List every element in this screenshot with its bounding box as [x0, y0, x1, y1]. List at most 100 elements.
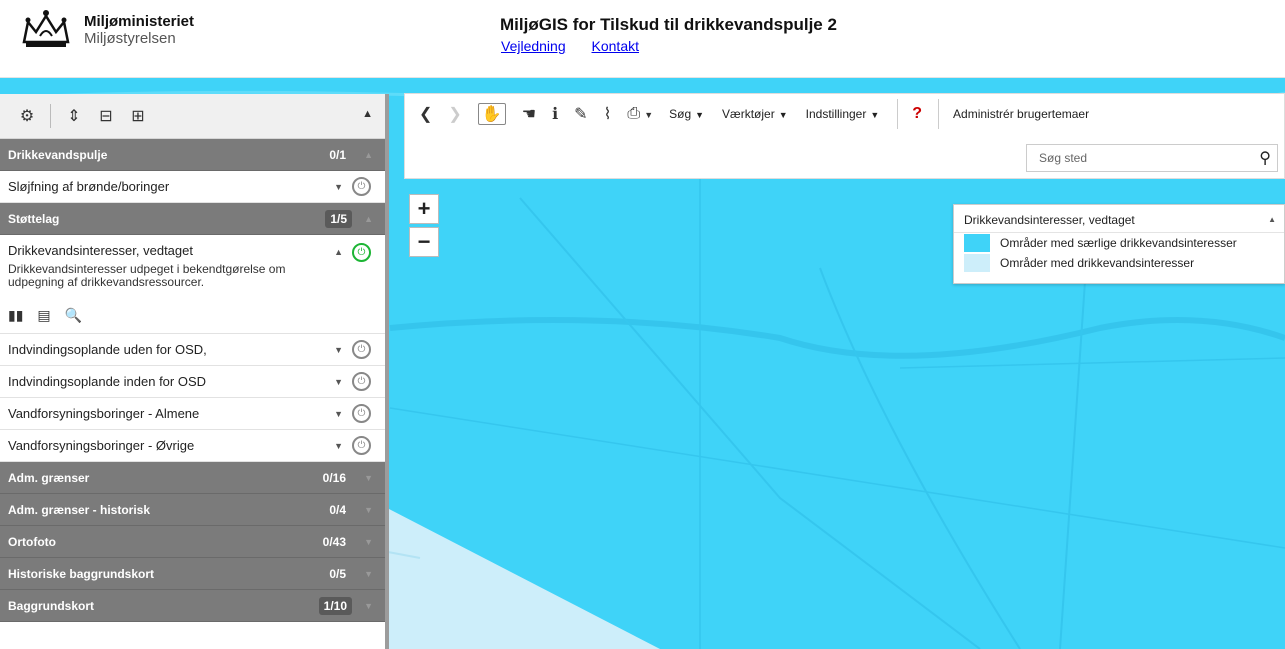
group-count: 0/1: [329, 147, 346, 162]
identify-feature-icon[interactable]: ☚: [522, 104, 536, 124]
toolbar-divider: [938, 99, 940, 129]
group-drikkevandspulje[interactable]: Drikkevandspulje 0/1 ▲: [0, 139, 385, 171]
zoom-in-button[interactable]: +: [409, 194, 439, 224]
group-label: Adm. grænser - historisk: [8, 502, 151, 517]
layer-tools: ▮▮ ▤ 🔍: [8, 297, 377, 333]
back-arrow-icon[interactable]: ❮: [419, 104, 432, 124]
menu-indstillinger[interactable]: Indstillinger ▼: [806, 107, 880, 121]
measure-icon[interactable]: ⌇: [604, 104, 612, 124]
group-count: 1/10: [318, 596, 352, 615]
menu-sog[interactable]: Søg ▼: [669, 107, 704, 121]
legend-label: Områder med drikkevandsinteresser: [1000, 256, 1195, 270]
chevron-down-icon[interactable]: ▼: [334, 345, 343, 355]
chevron-down-icon: ▼: [364, 504, 373, 515]
layer-label: Vandforsyningsboringer - Øvrige: [8, 438, 195, 453]
layer-label: Drikkevandsinteresser, vedtaget: [8, 243, 193, 258]
group-historiske-baggrundskort[interactable]: Historiske baggrundskort 0/5 ▼: [0, 558, 385, 590]
power-toggle-icon[interactable]: ⏻: [352, 436, 371, 455]
org-name-block: Miljøministeriet Miljøstyrelsen: [84, 13, 194, 47]
chevron-up-icon: ▲: [364, 149, 373, 160]
forward-arrow-icon[interactable]: ❯: [448, 104, 461, 124]
legend-title-bar[interactable]: Drikkevandsinteresser, vedtaget ▲: [954, 205, 1284, 233]
layer-item[interactable]: Indvindingsoplande inden for OSD ▼ ⏻: [0, 366, 385, 398]
layer-description: Drikkevandsinteresser udpeget i bekendtg…: [8, 262, 286, 289]
map-toolbar: ❮ ❯ ✋ ☚ ℹ ✎ ⌇ ⎙ ▼ Søg ▼ Værktøjer ▼ Indstil…: [404, 93, 1285, 179]
power-toggle-icon[interactable]: ⏻: [352, 340, 371, 359]
group-ortofoto[interactable]: Ortofoto 0/43 ▼: [0, 526, 385, 558]
header-links: Vejledning Kontakt: [501, 38, 661, 54]
legend-chart-icon[interactable]: ▮▮: [8, 307, 23, 324]
group-count: 0/5: [329, 566, 346, 581]
chevron-down-icon: ▼: [364, 600, 373, 611]
info-icon[interactable]: ℹ: [552, 104, 558, 124]
layer-item[interactable]: Indvindingsoplande uden for OSD, ▼ ⏻: [0, 334, 385, 366]
ministry-logo[interactable]: Miljøministeriet Miljøstyrelsen: [18, 8, 194, 52]
print-icon[interactable]: ⎙ ▼: [627, 105, 653, 123]
layer-item-expanded[interactable]: Drikkevandsinteresser, vedtaget Drikkeva…: [0, 235, 385, 334]
group-baggrundskort[interactable]: Baggrundskort 1/10 ▼: [0, 590, 385, 622]
layer-item[interactable]: Sløjfning af brønde/boringer ▼ ⏻: [0, 171, 385, 203]
layer-label: Sløjfning af brønde/boringer: [8, 179, 170, 194]
chevron-down-icon: ▼: [364, 472, 373, 483]
group-label: Ortofoto: [8, 534, 56, 549]
chevron-down-icon[interactable]: ▼: [334, 409, 343, 419]
attribute-table-icon[interactable]: ▤: [37, 307, 50, 324]
group-count: 0/4: [329, 502, 346, 517]
layer-panel-toolbar: ⚙ ⇕ ⊟ ⊞ ▲: [0, 94, 385, 139]
link-vejledning[interactable]: Vejledning: [501, 38, 566, 54]
layer-label: Indvindingsoplande inden for OSD: [8, 374, 207, 389]
help-question-icon[interactable]: ?: [912, 105, 922, 123]
link-kontakt[interactable]: Kontakt: [592, 38, 639, 54]
chevron-down-icon[interactable]: ▼: [334, 377, 343, 387]
crown-icon: [22, 10, 70, 47]
layer-item[interactable]: Vandforsyningsboringer - Almene ▼ ⏻: [0, 398, 385, 430]
power-toggle-icon[interactable]: ⏻: [352, 243, 371, 262]
legend-label: Områder med særlige drikkevandsinteresse…: [1000, 236, 1237, 250]
add-layer-icon[interactable]: ⊞: [127, 105, 149, 127]
page-header: Miljøministeriet Miljøstyrelsen MiljøGIS…: [0, 0, 1285, 78]
layer-item[interactable]: Vandforsyningsboringer - Øvrige ▼ ⏻: [0, 430, 385, 462]
power-toggle-icon[interactable]: ⏻: [352, 177, 371, 196]
legend-item: Områder med drikkevandsinteresser: [954, 253, 1284, 273]
group-adm-graenser[interactable]: Adm. grænser 0/16 ▼: [0, 462, 385, 494]
legend-title: Drikkevandsinteresser, vedtaget: [964, 213, 1135, 227]
chevron-up-icon[interactable]: ▲: [1268, 215, 1276, 224]
zoom-controls: + −: [409, 194, 439, 260]
toolbar-divider: [50, 104, 51, 128]
caret-down-icon: ▼: [778, 110, 788, 120]
pan-hand-icon[interactable]: ✋: [477, 103, 506, 125]
page-title: MiljøGIS for Tilskud til drikkevandspulj…: [500, 15, 837, 34]
settings-gear-icon[interactable]: ⚙: [16, 105, 38, 127]
group-count: 1/5: [325, 209, 352, 228]
toolbar-divider: [897, 99, 899, 129]
menu-vaerktojer[interactable]: Værktøjer ▼: [722, 107, 788, 121]
place-search-input[interactable]: Søg sted ⚲: [1026, 144, 1278, 172]
search-placeholder: Søg sted: [1039, 151, 1088, 165]
group-stottelag[interactable]: Støttelag 1/5 ▲: [0, 203, 385, 235]
org-subname: Miljøstyrelsen: [84, 30, 176, 47]
group-adm-graenser-historisk[interactable]: Adm. grænser - historisk 0/4 ▼: [0, 494, 385, 526]
power-toggle-icon[interactable]: ⏻: [352, 372, 371, 391]
map-tools-row: ❮ ❯ ✋ ☚ ℹ ✎ ⌇ ⎙ ▼ Søg ▼ Værktøjer ▼ Indstil…: [405, 94, 1284, 134]
layer-label: Vandforsyningsboringer - Almene: [8, 406, 200, 421]
zoom-to-layer-icon[interactable]: 🔍: [65, 307, 82, 324]
chevron-down-icon[interactable]: ▼: [334, 441, 343, 451]
expand-collapse-icon[interactable]: ⇕: [63, 105, 85, 127]
chevron-up-icon[interactable]: ▲: [334, 247, 343, 257]
layer-list-icon[interactable]: ⊟: [95, 105, 117, 127]
power-toggle-icon[interactable]: ⏻: [352, 404, 371, 423]
menu-label: Søg: [669, 107, 692, 121]
zoom-out-button[interactable]: −: [409, 227, 439, 257]
legend-item: Områder med særlige drikkevandsinteresse…: [954, 233, 1284, 253]
admin-user-themes-button[interactable]: Administrér brugertemaer: [953, 107, 1089, 121]
panel-collapse-icon[interactable]: ▲: [362, 108, 373, 120]
chevron-down-icon[interactable]: ▼: [334, 182, 343, 192]
chevron-down-icon: ▼: [364, 568, 373, 579]
group-label: Adm. grænser: [8, 470, 90, 485]
pencil-draw-icon[interactable]: ✎: [574, 104, 587, 124]
app-root: Miljøministeriet Miljøstyrelsen MiljøGIS…: [0, 0, 1285, 649]
org-name: Miljøministeriet: [84, 13, 195, 30]
search-icon[interactable]: ⚲: [1259, 148, 1271, 168]
caret-down-icon: ▼: [695, 110, 705, 120]
chevron-down-icon: ▼: [364, 536, 373, 547]
